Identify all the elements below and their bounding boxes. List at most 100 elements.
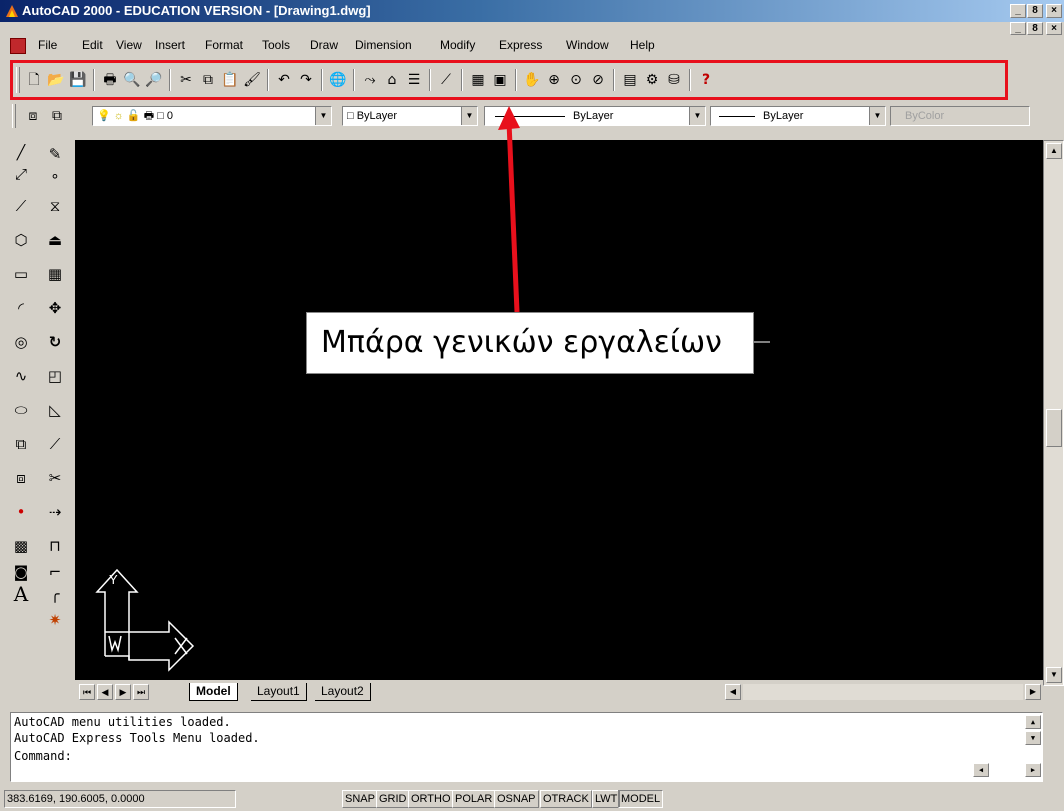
toolbar-grip[interactable]	[12, 104, 16, 128]
make-block-icon[interactable]: ⧈	[11, 468, 31, 488]
hscroll-right-button[interactable]: ▶	[1025, 684, 1041, 700]
close-button[interactable]: ×	[1046, 4, 1062, 18]
tab-model[interactable]: Model	[189, 683, 238, 701]
properties-icon[interactable]: ▤	[621, 71, 639, 89]
undo-icon[interactable]: ↶	[275, 71, 293, 89]
menu-edit[interactable]: Edit	[82, 38, 103, 52]
zoom-realtime-icon[interactable]: ⊕	[545, 71, 563, 89]
chevron-down-icon[interactable]: ▼	[461, 107, 477, 125]
tab-layout2[interactable]: Layout2	[315, 683, 371, 701]
doc-restore-button[interactable]: 8	[1027, 22, 1043, 35]
circle-icon[interactable]: ◎	[11, 332, 31, 352]
tab-layout1[interactable]: Layout1	[251, 683, 307, 701]
document-icon[interactable]	[10, 38, 26, 54]
save-icon[interactable]: 💾	[69, 71, 87, 89]
coordinate-display[interactable]: 383.6169, 190.6005, 0.0000	[4, 790, 236, 808]
menu-insert[interactable]: Insert	[155, 38, 185, 52]
cut-icon[interactable]: ✂	[177, 71, 195, 89]
chevron-down-icon[interactable]: ▼	[689, 107, 705, 125]
doc-minimize-button[interactable]: _	[1010, 22, 1026, 35]
doc-close-button[interactable]: ×	[1046, 22, 1062, 35]
vertical-scrollbar[interactable]: ▲ ▼	[1043, 140, 1064, 686]
minimize-button[interactable]: _	[1010, 4, 1026, 18]
chevron-down-icon[interactable]: ▼	[869, 107, 885, 125]
model-toggle[interactable]: MODEL	[618, 790, 664, 808]
command-scroll-down-button[interactable]: ▼	[1025, 731, 1041, 745]
maximize-button[interactable]: 8	[1027, 4, 1043, 18]
insert-block-icon[interactable]: ⧉	[11, 434, 31, 454]
scroll-thumb[interactable]	[1046, 409, 1062, 447]
menu-view[interactable]: View	[116, 38, 142, 52]
break-icon[interactable]: ⊓	[45, 536, 65, 556]
menu-help[interactable]: Help	[630, 38, 655, 52]
first-tab-button[interactable]: ⏮	[79, 684, 95, 700]
otrack-toggle[interactable]: OTRACK	[540, 790, 592, 808]
polyline-icon[interactable]: ⟋	[11, 196, 31, 216]
explode-icon[interactable]: ✷	[45, 610, 65, 630]
insert-hyperlink-icon[interactable]: ⤳	[361, 71, 379, 89]
point-icon[interactable]: •	[11, 502, 31, 522]
command-hscroll-left-button[interactable]: ◀	[973, 763, 989, 777]
color-combo[interactable]: □ ByLayer ▼	[342, 106, 478, 126]
multiline-text-icon[interactable]: A	[11, 584, 31, 604]
horizontal-scrollbar[interactable]	[743, 684, 1023, 700]
menu-file[interactable]: File	[38, 38, 57, 52]
polygon-icon[interactable]: ⬡	[11, 230, 31, 250]
grid-toggle[interactable]: GRID	[376, 790, 410, 808]
snap-toggle[interactable]: SNAP	[342, 790, 378, 808]
lwt-toggle[interactable]: LWT	[592, 790, 621, 808]
command-hscroll-right-button[interactable]: ▶	[1025, 763, 1041, 777]
previous-tab-button[interactable]: ◀	[97, 684, 113, 700]
print-preview-icon[interactable]: 🔍	[123, 71, 141, 89]
zoom-window-icon[interactable]: ⊙	[567, 71, 585, 89]
move-icon[interactable]: ✥	[45, 298, 65, 318]
open-icon[interactable]: 📂	[47, 71, 65, 89]
toolbar-grip[interactable]	[16, 67, 20, 93]
lengthen-icon[interactable]: ⟋	[45, 434, 65, 454]
dbconnect-icon[interactable]: ⛁	[665, 71, 683, 89]
design-center-icon[interactable]: ⚙	[643, 71, 661, 89]
scroll-up-button[interactable]: ▲	[1046, 143, 1062, 159]
copy-object-icon[interactable]: ∘	[45, 166, 65, 186]
menu-tools[interactable]: Tools	[262, 38, 290, 52]
hatch-icon[interactable]: ▩	[11, 536, 31, 556]
ortho-toggle[interactable]: ORTHO	[408, 790, 454, 808]
help-icon[interactable]: ?	[697, 71, 715, 89]
scale-icon[interactable]: ◰	[45, 366, 65, 386]
chevron-down-icon[interactable]: ▼	[315, 107, 331, 125]
osnap-toggle[interactable]: OSNAP	[494, 790, 539, 808]
find-icon[interactable]: 🔎	[145, 71, 163, 89]
aerial-view-icon[interactable]: ▦	[469, 71, 487, 89]
new-icon[interactable]: 🗋	[25, 71, 43, 89]
array-icon[interactable]: ▦	[45, 264, 65, 284]
menu-draw[interactable]: Draw	[310, 38, 338, 52]
ucs-icon[interactable]: ☰	[405, 71, 423, 89]
chamfer-icon[interactable]: ⌐	[45, 562, 65, 582]
line-icon[interactable]: ╱	[12, 144, 30, 162]
menu-express[interactable]: Express	[499, 38, 542, 52]
command-prompt[interactable]: Command:	[14, 749, 72, 763]
last-tab-button[interactable]: ⏭	[133, 684, 149, 700]
copy-icon[interactable]: ⧉	[199, 71, 217, 89]
mirror-icon[interactable]: ⧖	[45, 196, 65, 216]
stretch-icon[interactable]: ◺	[45, 400, 65, 420]
next-tab-button[interactable]: ▶	[115, 684, 131, 700]
extend-icon[interactable]: ⇢	[45, 502, 65, 522]
redo-icon[interactable]: ↷	[297, 71, 315, 89]
arc-icon[interactable]: ◜	[11, 298, 31, 318]
web-icon[interactable]: 🌐	[329, 71, 347, 89]
print-icon[interactable]: 🖶	[101, 71, 119, 89]
fillet-icon[interactable]: ╭	[45, 584, 65, 604]
command-scroll-up-button[interactable]: ▲	[1025, 715, 1041, 729]
named-views-icon[interactable]: ▣	[491, 71, 509, 89]
trim-icon[interactable]: ✂	[45, 468, 65, 488]
drawing-canvas[interactable]: Y	[75, 140, 1043, 680]
rotate-icon[interactable]: ↻	[45, 332, 65, 352]
region-icon[interactable]: ◙	[11, 562, 31, 582]
construction-line-icon[interactable]: ⤢	[11, 164, 31, 184]
layer-combo[interactable]: 💡 ☼ 🔓 🖶 □ 0 ▼	[92, 106, 332, 126]
make-object-layer-current-icon[interactable]: ⧈	[24, 107, 42, 125]
menu-dimension[interactable]: Dimension	[355, 38, 412, 52]
polar-toggle[interactable]: POLAR	[452, 790, 496, 808]
ellipse-icon[interactable]: ⬭	[11, 400, 31, 420]
